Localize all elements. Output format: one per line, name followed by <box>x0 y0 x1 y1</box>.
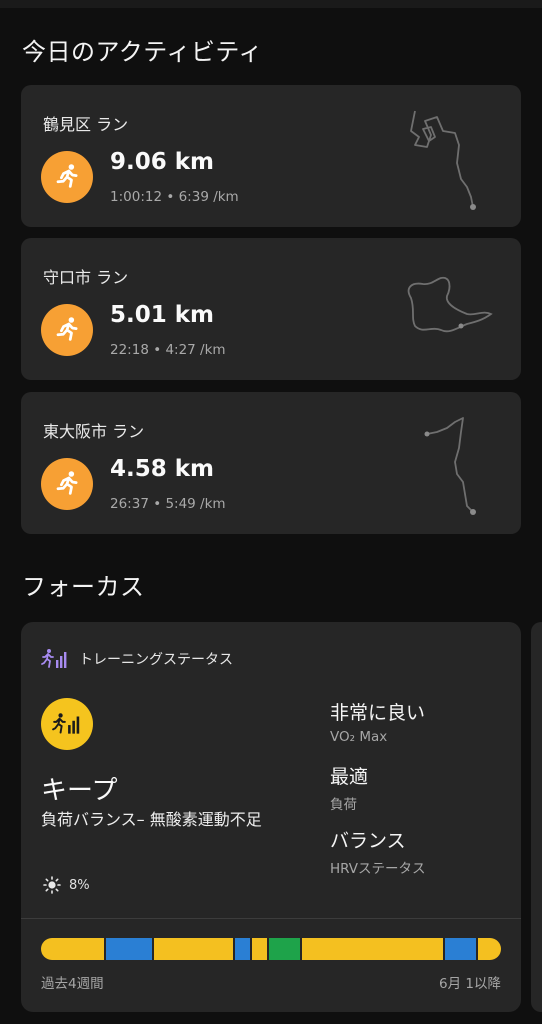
activity-distance: 5.01 km <box>110 302 215 328</box>
metric-hrv: バランス HRVステータス <box>330 826 426 877</box>
status-bar <box>0 0 542 8</box>
timeline-segment-productive <box>234 938 250 960</box>
activity-distance: 4.58 km <box>110 456 215 482</box>
route-map-icon <box>424 417 476 515</box>
metric-value: 非常に良い <box>330 702 426 724</box>
timeline-end-label: 6月 1以降 <box>439 976 501 992</box>
metric-value: バランス <box>330 830 406 852</box>
route-map-icon <box>407 276 493 333</box>
training-status-label: トレーニングステータス <box>79 652 233 668</box>
training-status-card[interactable]: トレーニングステータス キープ 負荷バランス– 無酸素運動不足 非常に良い VO… <box>21 622 521 1012</box>
activity-card-tsurumi[interactable]: 鶴見区 ラン 9.06 km 1:00:12 • 6:39 /km <box>21 85 521 227</box>
timeline-segment-keep <box>478 938 501 960</box>
divider <box>21 918 521 919</box>
activity-title: 東大阪市 ラン <box>43 422 145 441</box>
activity-distance: 9.06 km <box>110 149 215 175</box>
activity-title: 鶴見区 ラン <box>43 115 129 134</box>
timeline-segment-keep <box>251 938 267 960</box>
heat-acclimation: 8% <box>43 876 90 894</box>
activity-title: 守口市 ラン <box>43 268 129 287</box>
activity-card-higashiosaka[interactable]: 東大阪市 ラン 4.58 km 26:37 • 5:49 /km <box>21 392 521 534</box>
activity-stats: 26:37 • 5:49 /km <box>110 496 226 512</box>
timeline-segment-peaking <box>268 938 300 960</box>
metric-vo2max: 非常に良い VO₂ Max <box>330 698 425 745</box>
timeline-segment-keep <box>153 938 233 960</box>
training-status-value: キープ <box>41 776 118 806</box>
training-status-description: 負荷バランス– 無酸素運動不足 <box>41 810 262 829</box>
running-icon <box>41 304 93 356</box>
training-status-icon <box>41 649 67 668</box>
training-status-badge-icon <box>41 698 93 750</box>
metric-load: 最適 負荷 <box>330 762 368 813</box>
training-status-header: トレーニングステータス <box>41 648 233 670</box>
metric-label: 負荷 <box>330 797 357 813</box>
heat-acclimation-value: 8% <box>69 877 90 893</box>
timeline-segment-productive <box>105 938 152 960</box>
activity-stats: 22:18 • 4:27 /km <box>110 342 226 358</box>
running-icon <box>41 458 93 510</box>
running-icon <box>41 151 93 203</box>
sun-icon <box>43 876 61 894</box>
metric-value: 最適 <box>330 766 369 788</box>
metric-label: VO₂ Max <box>330 729 388 745</box>
activity-card-moriguchi[interactable]: 守口市 ラン 5.01 km 22:18 • 4:27 /km <box>21 238 521 380</box>
activity-stats: 1:00:12 • 6:39 /km <box>110 189 239 205</box>
training-status-timeline-bar <box>41 938 501 960</box>
timeline-start-label: 過去4週間 <box>41 976 104 992</box>
focus-section-title: フォーカス <box>22 573 145 601</box>
timeline-segment-keep <box>41 938 104 960</box>
metric-label: HRVステータス <box>330 861 426 877</box>
timeline-segment-productive <box>444 938 476 960</box>
next-focus-card-peek[interactable] <box>531 622 542 1012</box>
route-map-icon <box>410 110 476 210</box>
today-activity-title: 今日のアクティビティ <box>22 38 263 66</box>
timeline-segment-keep <box>301 938 443 960</box>
